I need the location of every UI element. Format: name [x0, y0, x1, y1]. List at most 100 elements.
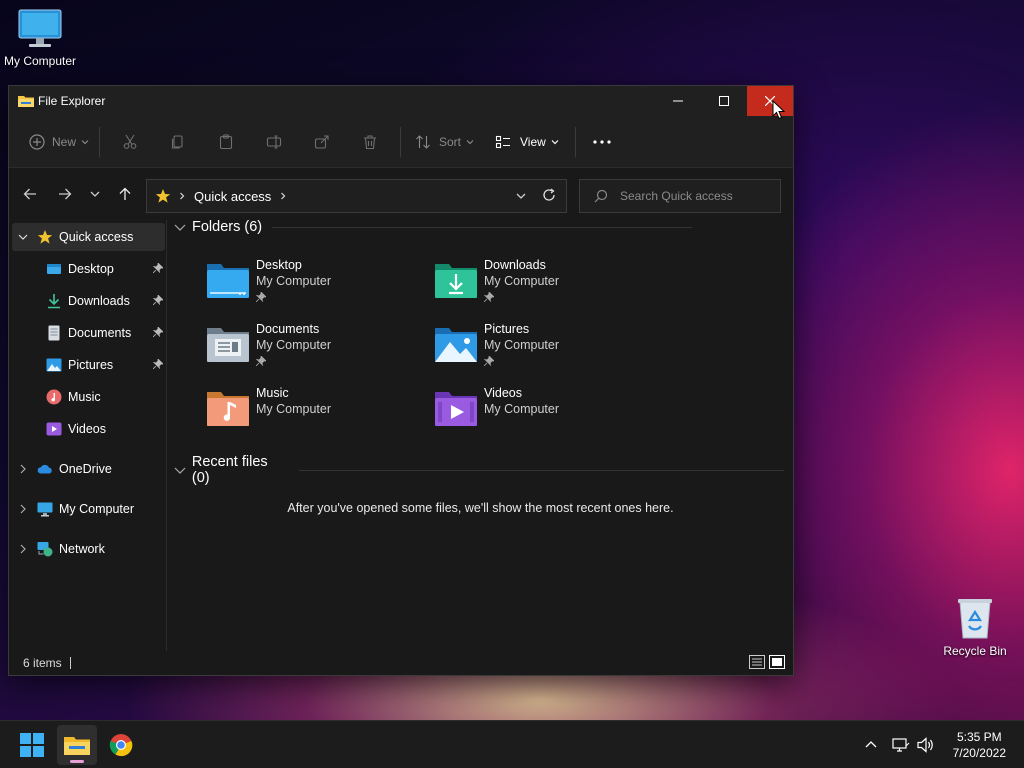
address-bar[interactable]: Quick access	[146, 179, 567, 213]
pin-icon	[483, 291, 495, 305]
taskbar: 5:35 PM 7/20/2022	[0, 720, 1024, 768]
sidebar-item-label: Network	[59, 542, 105, 556]
more-icon	[593, 139, 611, 144]
sidebar-item-documents[interactable]: Documents	[12, 319, 165, 347]
share-button[interactable]	[298, 126, 346, 158]
large-icons-view-button[interactable]	[769, 655, 785, 672]
folder-name: Desktop	[256, 258, 302, 272]
pin-icon	[152, 262, 164, 276]
rename-icon	[266, 134, 282, 149]
back-button[interactable]	[14, 178, 46, 210]
chrome-icon	[109, 734, 133, 757]
delete-button[interactable]	[346, 126, 394, 158]
star-icon	[37, 229, 53, 245]
folder-tile-downloads[interactable]: Downloads My Computer	[434, 258, 654, 314]
folder-tile-music[interactable]: Music My Computer	[206, 386, 426, 442]
sidebar-item-videos[interactable]: Videos	[12, 415, 165, 443]
document-icon	[46, 325, 62, 341]
search-box[interactable]: Search Quick access	[579, 179, 781, 213]
sidebar-item-desktop[interactable]: Desktop	[12, 255, 165, 283]
add-circle-icon	[29, 133, 45, 150]
scissors-icon	[123, 134, 137, 149]
forward-button[interactable]	[49, 178, 81, 210]
sidebar-item-network[interactable]: Network	[12, 535, 165, 563]
search-icon	[594, 189, 608, 203]
recent-locations-button[interactable]	[79, 178, 111, 210]
paste-button[interactable]	[202, 126, 250, 158]
arrow-right-icon	[59, 188, 72, 200]
chevron-right-icon	[20, 544, 26, 554]
volume-button[interactable]	[917, 721, 935, 768]
copy-button[interactable]	[154, 126, 202, 158]
folder-location: My Computer	[256, 274, 332, 288]
taskbar-chrome-button[interactable]	[101, 725, 141, 765]
taskbar-file-explorer-button[interactable]	[57, 725, 97, 765]
recycle-bin-icon	[958, 599, 992, 639]
maximize-button[interactable]	[701, 86, 747, 116]
cut-button[interactable]	[106, 126, 154, 158]
chevron-down-icon	[81, 139, 89, 144]
start-button[interactable]	[12, 725, 52, 765]
view-list-icon	[495, 135, 510, 148]
computer-icon	[18, 9, 62, 47]
minimize-button[interactable]	[655, 86, 701, 116]
clock-date: 7/20/2022	[952, 746, 1006, 760]
clock-time: 5:35 PM	[956, 730, 1002, 744]
recent-files-section-header[interactable]: Recent files (0)	[174, 454, 784, 486]
file-list-pane: Folders (6) Desktop My Computer Download…	[168, 219, 793, 651]
navigation-pane: Quick access Desktop Downloads Documents…	[9, 220, 167, 651]
clock[interactable]: 5:35 PM 7/20/2022	[953, 729, 1006, 761]
up-button[interactable]	[109, 178, 141, 210]
sidebar-item-music[interactable]: Music	[12, 383, 165, 411]
close-button[interactable]	[747, 86, 793, 116]
paste-icon	[219, 133, 233, 149]
breadcrumb-quick-access[interactable]: Quick access	[194, 189, 271, 204]
desktop-icon-label: Recycle Bin	[943, 644, 1007, 658]
folders-section-header[interactable]: Folders (6)	[174, 219, 784, 235]
sidebar-item-my-computer[interactable]: My Computer	[12, 495, 165, 523]
rename-button[interactable]	[250, 126, 298, 158]
view-label: View	[520, 134, 546, 149]
item-count: 6 items	[23, 656, 62, 670]
chevron-down-icon	[466, 139, 474, 144]
folder-tile-pictures[interactable]: Pictures My Computer	[434, 322, 654, 378]
pin-icon	[255, 355, 267, 369]
file-explorer-icon	[64, 737, 90, 755]
active-indicator	[70, 760, 84, 763]
sidebar-item-label: Documents	[68, 326, 132, 340]
sort-button[interactable]: Sort	[407, 126, 485, 158]
refresh-icon	[543, 188, 555, 201]
address-history-button[interactable]	[516, 190, 526, 204]
new-button[interactable]: New	[23, 126, 93, 158]
show-hidden-icons-button[interactable]	[864, 721, 878, 768]
sidebar-item-label: Downloads	[68, 294, 130, 308]
window-title: File Explorer	[38, 94, 106, 108]
chevron-down-icon	[551, 139, 559, 144]
sidebar-item-quick-access[interactable]: Quick access	[12, 223, 165, 251]
copy-icon	[171, 134, 183, 149]
pin-icon	[152, 326, 164, 340]
more-options-button[interactable]	[582, 126, 622, 158]
desktop-icon-recycle-bin[interactable]: Recycle Bin	[934, 596, 1016, 658]
chevron-down-icon	[174, 467, 186, 474]
command-bar: New Sort View	[9, 116, 793, 168]
folder-tile-desktop[interactable]: Desktop My Computer	[206, 258, 426, 314]
sidebar-item-downloads[interactable]: Downloads	[12, 287, 165, 315]
chevron-right-icon	[281, 192, 286, 200]
folder-tile-documents[interactable]: Documents My Computer	[206, 322, 426, 378]
details-view-button[interactable]	[749, 655, 765, 672]
sidebar-item-pictures[interactable]: Pictures	[12, 351, 165, 379]
desktop-folder-icon	[207, 264, 249, 298]
title-bar[interactable]: File Explorer	[9, 86, 793, 116]
status-bar: 6 items	[9, 651, 793, 675]
view-button[interactable]: View	[485, 126, 569, 158]
refresh-button[interactable]	[542, 188, 556, 205]
desktop-icon-my-computer[interactable]: My Computer	[0, 8, 80, 68]
chevron-up-icon	[865, 741, 877, 748]
new-label: New	[52, 134, 77, 149]
sidebar-item-label: Quick access	[59, 230, 134, 244]
sidebar-item-onedrive[interactable]: OneDrive	[12, 455, 165, 483]
network-status-button[interactable]	[892, 721, 910, 768]
folder-tile-videos[interactable]: Videos My Computer	[434, 386, 654, 442]
folder-location: My Computer	[484, 402, 560, 416]
